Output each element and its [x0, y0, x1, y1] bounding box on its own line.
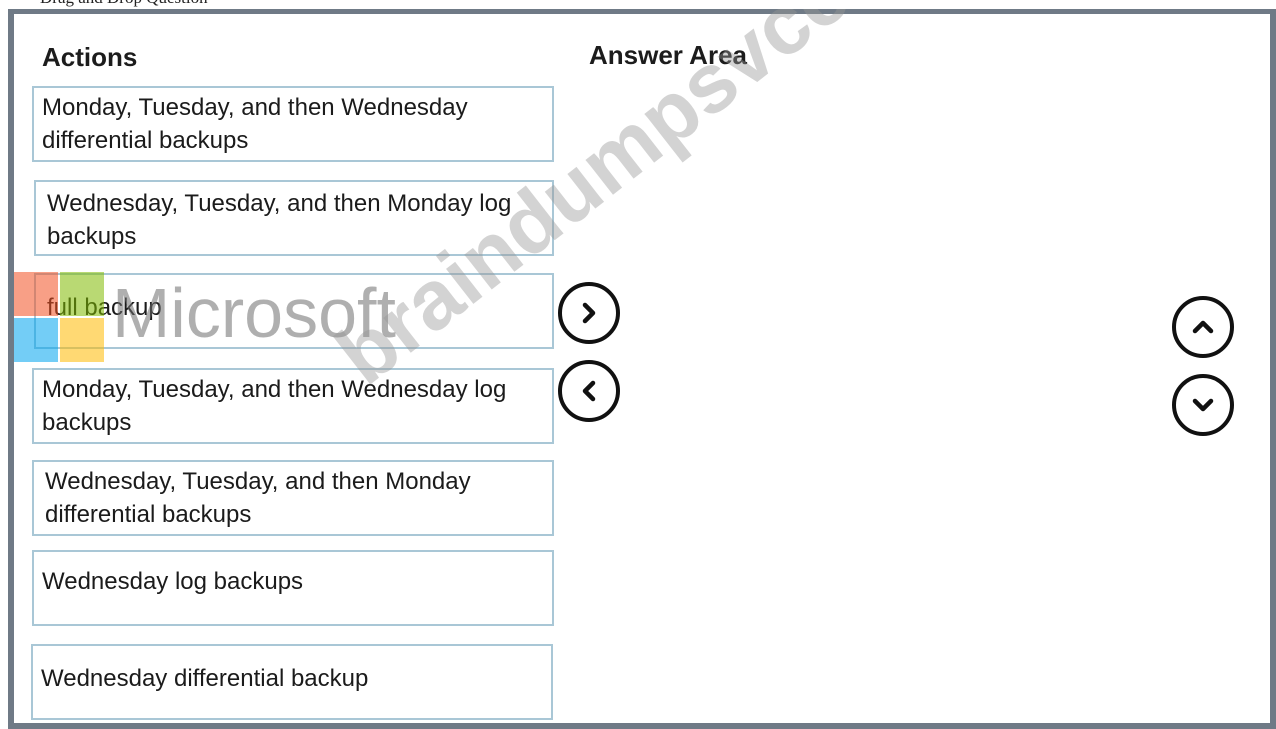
action-item-label: Wednesday, Tuesday, and then Monday log …: [47, 190, 512, 250]
action-item-label: Wednesday log backups: [42, 568, 304, 595]
action-item-label: full backup: [47, 294, 162, 321]
answer-area-dropzone[interactable]: [654, 86, 1154, 716]
chevron-left-icon: [582, 380, 596, 402]
action-item[interactable]: Wednesday, Tuesday, and then Monday log …: [34, 180, 554, 256]
move-down-button[interactable]: [1172, 374, 1234, 436]
action-item[interactable]: Wednesday, Tuesday, and then Monday diff…: [32, 460, 554, 536]
top-caption: Drag and Drop Question: [0, 0, 1276, 9]
action-item[interactable]: Wednesday log backups: [32, 550, 554, 626]
chevron-right-icon: [582, 302, 596, 324]
actions-heading: Actions: [42, 42, 138, 72]
chevron-down-icon: [1192, 398, 1214, 412]
action-item-label: Wednesday differential backup: [41, 665, 369, 692]
action-item[interactable]: Monday, Tuesday, and then Wednesday diff…: [32, 86, 554, 162]
answer-area-heading: Answer Area: [589, 40, 747, 70]
action-item-label: Monday, Tuesday, and then Wednesday diff…: [42, 94, 468, 154]
move-right-button[interactable]: [558, 282, 620, 344]
question-frame: Actions Answer Area Monday, Tuesday, and…: [8, 8, 1276, 729]
top-caption-text: Drag and Drop Question: [40, 0, 208, 8]
action-item[interactable]: full backup: [34, 273, 554, 349]
chevron-up-icon: [1192, 320, 1214, 334]
action-item-label: Wednesday, Tuesday, and then Monday diff…: [45, 468, 471, 528]
action-item-label: Monday, Tuesday, and then Wednesday log …: [42, 376, 507, 436]
action-item[interactable]: Monday, Tuesday, and then Wednesday log …: [32, 368, 554, 444]
move-up-button[interactable]: [1172, 296, 1234, 358]
move-left-button[interactable]: [558, 360, 620, 422]
action-item[interactable]: Wednesday differential backup: [31, 644, 553, 720]
